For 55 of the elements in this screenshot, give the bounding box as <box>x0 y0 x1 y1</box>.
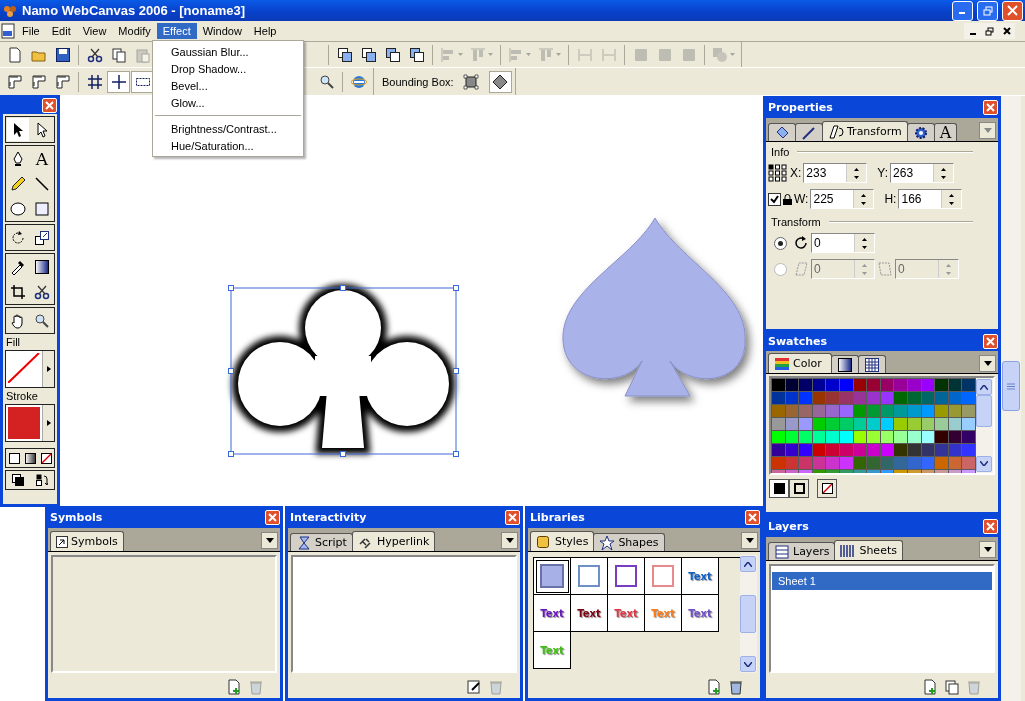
field-label: X: <box>790 166 802 180</box>
style-swatch[interactable]: Text <box>534 595 571 632</box>
menu-item[interactable]: Effect <box>156 23 197 39</box>
panel-title: Swatches <box>768 335 828 349</box>
fill-label: Fill <box>5 336 22 348</box>
menu-item[interactable]: Bevel... <box>153 77 303 94</box>
panel-tab[interactable]: Hyperlink <box>351 531 436 551</box>
spin-box[interactable]: 0 <box>811 233 875 253</box>
section-title: Info <box>771 146 790 158</box>
menu-item[interactable]: Modify <box>112 23 157 39</box>
panel-tab[interactable]: Sheets <box>834 540 903 560</box>
style-swatch[interactable]: Text <box>571 595 608 632</box>
menu-item[interactable]: Hue/Saturation... <box>153 137 303 154</box>
panel-tab[interactable]: Shapes <box>593 533 665 551</box>
field-label: H: <box>884 192 897 206</box>
panel-tab[interactable]: Layers <box>768 542 836 560</box>
panel-title: Layers <box>768 519 809 533</box>
menu-item[interactable]: Gaussian Blur... <box>153 43 303 60</box>
number-field[interactable]: 0 <box>812 234 854 252</box>
spin-box[interactable]: 233 <box>803 163 868 183</box>
panel-tab[interactable]: Color <box>768 353 832 374</box>
panel-title: Interactivity <box>290 510 367 524</box>
panel-tab[interactable]: Styles <box>530 531 595 551</box>
menu-item[interactable]: Window <box>196 23 248 39</box>
stroke-label: Stroke <box>5 390 39 402</box>
panel-title: Properties <box>768 100 833 114</box>
style-swatch[interactable]: Text <box>608 595 645 632</box>
panel-title: Libraries <box>530 510 585 524</box>
section-title: Transform <box>771 216 821 228</box>
menu-item[interactable]: Help <box>247 23 283 39</box>
panel-tab[interactable]: Symbols <box>50 531 124 551</box>
style-swatch[interactable]: Text <box>682 595 719 632</box>
number-field[interactable]: 225 <box>811 190 854 208</box>
bounding-box-label: Bounding Box: <box>382 75 454 88</box>
field-label: W: <box>794 192 809 206</box>
style-swatch[interactable]: Text <box>682 558 719 595</box>
spin-box[interactable]: 263 <box>890 163 955 183</box>
number-field[interactable]: 166 <box>899 190 942 208</box>
menu-item[interactable]: View <box>76 23 113 39</box>
sheet-list-item[interactable]: Sheet 1 <box>772 572 992 590</box>
number-field[interactable]: 233 <box>804 164 847 182</box>
panel-tab[interactable]: Transform <box>822 121 908 141</box>
menu-item[interactable]: File <box>16 23 46 39</box>
spin-box[interactable]: 225 <box>810 189 875 209</box>
spin-box[interactable]: 166 <box>898 189 963 209</box>
menu-item[interactable]: Brightness/Contrast... <box>153 120 303 137</box>
field-label: Y: <box>877 166 889 180</box>
panel-title: Symbols <box>50 510 103 524</box>
panel-tab[interactable]: Script <box>290 533 353 551</box>
panel-tab[interactable]: A <box>933 123 958 141</box>
number-field[interactable]: 263 <box>891 164 934 182</box>
menu-item[interactable]: Glow... <box>153 94 303 111</box>
menu-item[interactable]: Drop Shadow... <box>153 60 303 77</box>
window-title: Namo WebCanvas 2006 - [noname3] <box>22 3 246 18</box>
menu-item[interactable]: Edit <box>45 23 77 39</box>
